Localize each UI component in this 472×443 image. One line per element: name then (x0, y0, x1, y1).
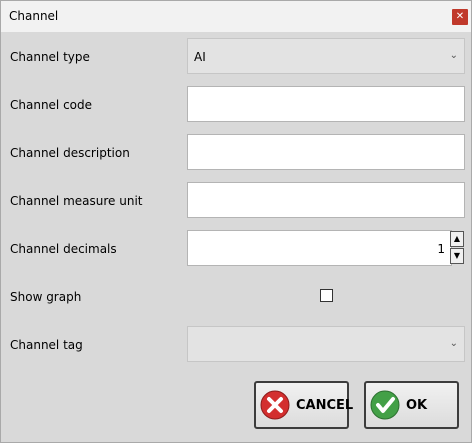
window-title: Channel (9, 9, 59, 23)
chevron-down-icon: ⌄ (449, 50, 458, 61)
cancel-button[interactable]: CANCEL (254, 381, 353, 429)
arrow-up-icon: ▲ (453, 234, 461, 243)
decimals-increment-button[interactable]: ▲ (450, 231, 464, 247)
channel-type-label: Channel type (10, 50, 90, 64)
channel-decimals-input[interactable]: 1 (187, 230, 452, 266)
check-icon (370, 390, 400, 420)
ok-label: OK (406, 397, 428, 413)
channel-type-select[interactable]: AI ⌄ (187, 38, 465, 74)
channel-description-input[interactable] (187, 134, 465, 170)
channel-description-label: Channel description (10, 146, 130, 160)
channel-dialog: Channel ✕ Channel type AI ⌄ Channel code… (0, 0, 472, 443)
ok-button[interactable]: OK (364, 381, 459, 429)
arrow-down-icon: ▼ (453, 251, 461, 260)
channel-type-value: AI (194, 50, 206, 64)
chevron-down-icon: ⌄ (449, 338, 458, 349)
channel-tag-label: Channel tag (10, 338, 83, 352)
show-graph-label: Show graph (10, 290, 82, 304)
channel-decimals-label: Channel decimals (10, 242, 117, 256)
channel-measure-unit-input[interactable] (187, 182, 465, 218)
channel-decimals-value: 1 (437, 242, 445, 256)
show-graph-checkbox[interactable] (320, 289, 333, 302)
cancel-x-icon (260, 390, 290, 420)
channel-code-label: Channel code (10, 98, 93, 112)
close-button[interactable]: ✕ (452, 9, 468, 25)
title-bar: Channel ✕ (1, 1, 471, 32)
decimals-decrement-button[interactable]: ▼ (450, 248, 464, 264)
close-icon: ✕ (455, 11, 465, 22)
cancel-label: CANCEL (296, 397, 354, 413)
channel-code-input[interactable] (187, 86, 465, 122)
channel-tag-select[interactable]: ⌄ (187, 326, 465, 362)
channel-measure-unit-label: Channel measure unit (10, 194, 143, 208)
